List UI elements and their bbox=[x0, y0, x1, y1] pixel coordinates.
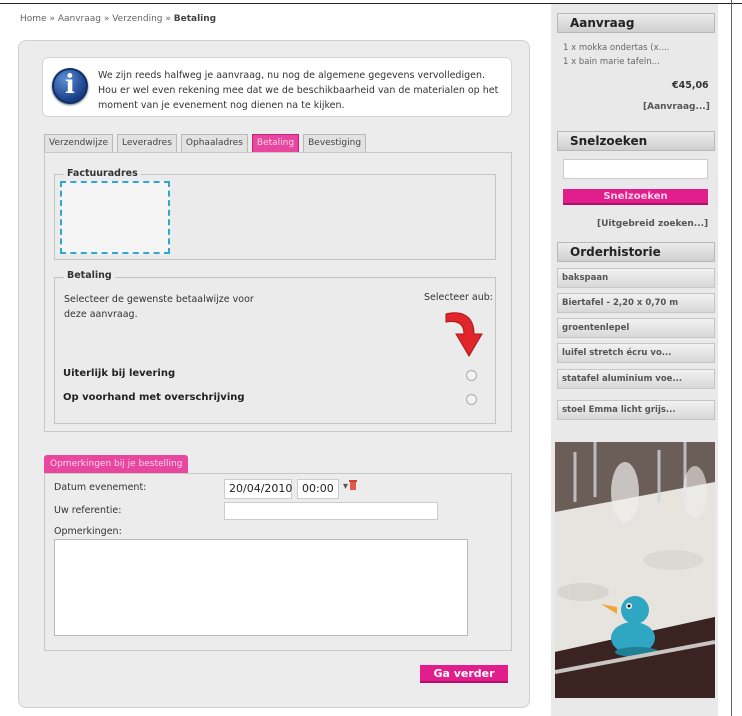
tab-verzendwijze[interactable]: Verzendwijze bbox=[44, 134, 113, 152]
breadcrumb-separator: » bbox=[100, 14, 113, 24]
payment-radio-levering[interactable] bbox=[466, 370, 477, 381]
factuuradres-placeholder bbox=[60, 181, 170, 254]
tab-bevestiging[interactable]: Bevestiging bbox=[303, 134, 367, 152]
order-history-item[interactable]: luifel stretch écru vo... bbox=[557, 343, 715, 363]
factuuradres-legend: Factuuradres bbox=[64, 168, 141, 179]
tab-ophaaladres[interactable]: Ophaaladres bbox=[180, 134, 248, 152]
table-setting-photo bbox=[555, 442, 715, 698]
info-text: We zijn reeds halfweg je aanvraag, nu no… bbox=[98, 70, 499, 111]
breadcrumb: Home » Aanvraag » Verzending » Betaling bbox=[20, 14, 216, 24]
payment-option-label: Op voorhand met overschrijving bbox=[63, 392, 245, 403]
snelzoeken-heading: Snelzoeken bbox=[557, 131, 715, 151]
opmerkingen-textarea[interactable] bbox=[54, 539, 468, 636]
betaling-select-label: Selecteer aub: bbox=[424, 292, 493, 303]
tab-betaling[interactable]: Betaling bbox=[251, 134, 300, 152]
referentie-input[interactable] bbox=[224, 502, 438, 520]
breadcrumb-verzending[interactable]: Verzending bbox=[112, 14, 162, 24]
order-history-item[interactable]: statafel aluminium voe... bbox=[557, 369, 715, 389]
aanvraag-total: €45,06 bbox=[672, 80, 709, 91]
tab-opmerkingen[interactable]: Opmerkingen bij je bestelling bbox=[44, 455, 189, 473]
datum-input[interactable]: 20/04/2010 bbox=[224, 479, 292, 499]
aanvraag-heading: Aanvraag bbox=[557, 13, 715, 33]
breadcrumb-separator: » bbox=[162, 14, 174, 24]
right-border bbox=[731, 0, 732, 716]
uitgebreid-zoeken-link[interactable]: [Uitgebreid zoeken...] bbox=[597, 219, 708, 229]
order-history-item[interactable]: Biertafel - 2,20 x 0,70 m bbox=[557, 293, 715, 313]
snelzoeken-input[interactable] bbox=[563, 159, 708, 179]
payment-radio-overschrijving[interactable] bbox=[466, 394, 477, 405]
order-history-item[interactable]: stoel Emma licht grijs... bbox=[557, 400, 715, 420]
breadcrumb-current: Betaling bbox=[173, 14, 217, 24]
snelzoeken-button[interactable]: Snelzoeken bbox=[563, 189, 708, 205]
tab-leveradres[interactable]: Leveradres bbox=[117, 134, 177, 152]
breadcrumb-separator: » bbox=[46, 14, 58, 24]
order-history-item[interactable]: bakspaan bbox=[557, 268, 715, 288]
orderhistorie-heading: Orderhistorie bbox=[557, 242, 715, 262]
breadcrumb-aanvraag[interactable]: Aanvraag bbox=[58, 14, 101, 24]
payment-option-label: Uiterlijk bij levering bbox=[63, 368, 176, 379]
aanvraag-link[interactable]: [Aanvraag...] bbox=[643, 102, 710, 112]
order-history-item[interactable]: groentenlepel bbox=[557, 318, 715, 338]
checkout-tabs: Verzendwijze Leveradres Ophaaladres Beta… bbox=[44, 134, 367, 152]
info-icon: i bbox=[52, 68, 88, 104]
breadcrumb-home[interactable]: Home bbox=[20, 14, 47, 24]
referentie-label: Uw referentie: bbox=[54, 505, 122, 516]
datum-label: Datum evenement: bbox=[54, 482, 147, 493]
aanvraag-item[interactable]: 1 x mokka ondertas (x.... bbox=[563, 43, 669, 53]
aanvraag-item[interactable]: 1 x bain marie tafeln... bbox=[563, 57, 660, 67]
betaling-legend: Betaling bbox=[64, 270, 115, 281]
trash-icon[interactable] bbox=[349, 479, 357, 490]
ga-verder-button[interactable]: Ga verder bbox=[420, 665, 508, 683]
arrow-down-icon bbox=[445, 312, 483, 357]
time-select[interactable]: 00:00 bbox=[297, 479, 339, 499]
opmerkingen-label: Opmerkingen: bbox=[54, 526, 122, 537]
betaling-instruction: Selecteer de gewenste betaalwijze voor d… bbox=[64, 294, 254, 320]
photo-illustration bbox=[555, 442, 715, 698]
chevron-down-icon[interactable]: ▾ bbox=[343, 481, 348, 492]
